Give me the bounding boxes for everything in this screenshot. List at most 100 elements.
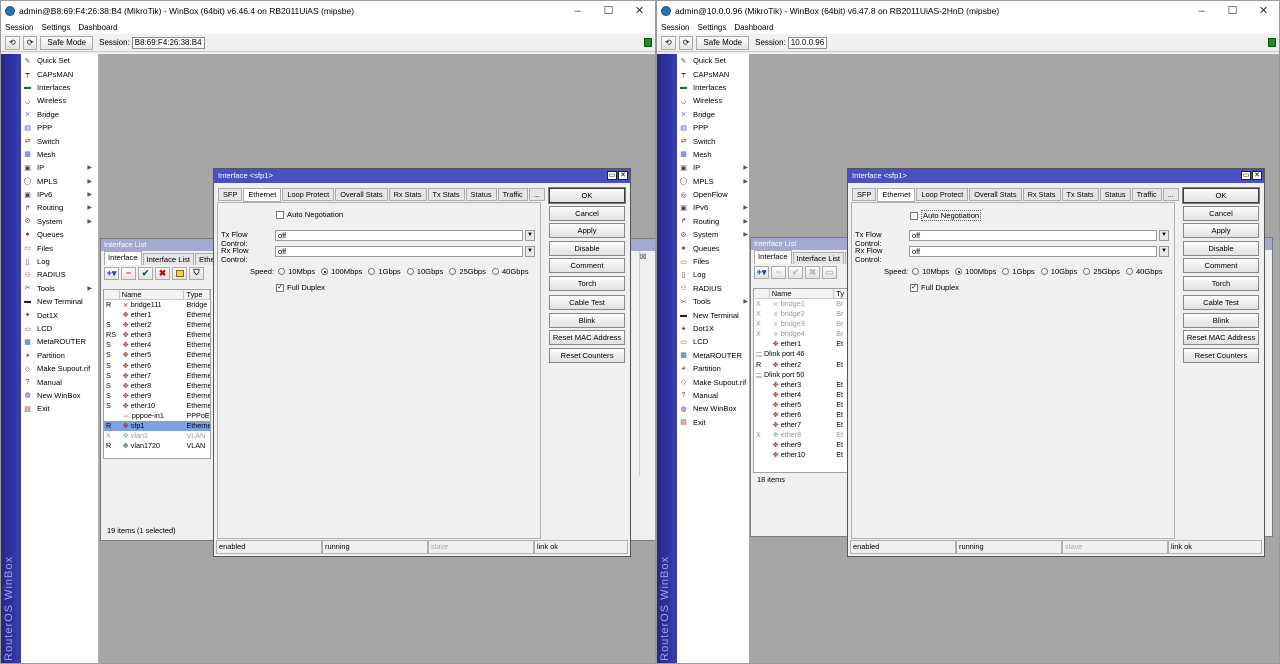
session-field[interactable]: 10.0.0.96 bbox=[787, 36, 828, 49]
sidebar-item-routing[interactable]: ↱ Routing ▶ bbox=[21, 201, 98, 214]
rx-flow-select[interactable]: off bbox=[909, 246, 1157, 257]
tx-flow-select[interactable]: off bbox=[275, 230, 523, 241]
table-row[interactable]: ⇔ pppoe-in1 PPPoE bbox=[104, 411, 210, 421]
full-duplex-row[interactable]: ✓ Full Duplex bbox=[276, 283, 325, 292]
table-row[interactable]: X ⨯ bridge3 Br bbox=[754, 319, 848, 329]
dialog-close-button[interactable]: ✕ bbox=[618, 171, 628, 180]
type-column-header[interactable]: Type bbox=[184, 290, 210, 299]
sidebar-item-files[interactable]: ▭ Files bbox=[21, 241, 98, 254]
tab-traffic[interactable]: Traffic bbox=[1131, 188, 1162, 201]
table-row[interactable]: ✥ ether10 Et bbox=[754, 450, 848, 460]
speed-option-1gbps[interactable]: 1Gbps bbox=[1002, 267, 1035, 276]
disable-button[interactable]: ✖ bbox=[805, 265, 820, 279]
menu-settings[interactable]: Settings bbox=[41, 23, 70, 32]
apply-button[interactable]: Apply bbox=[1183, 223, 1259, 239]
sidebar-item-ppp[interactable]: ▤ PPP bbox=[21, 121, 98, 134]
enable-button[interactable]: ✔ bbox=[138, 266, 153, 280]
table-row[interactable]: R ✥ vlan1720 VLAN bbox=[104, 441, 210, 451]
comment-button[interactable]: Comment bbox=[549, 258, 625, 274]
speed-option-10mbps[interactable]: 10Mbps bbox=[278, 267, 315, 276]
maximize-button[interactable]: ☐ bbox=[1217, 1, 1248, 21]
sidebar-item-make-supout-rif[interactable]: ◇ Make Supout.rif bbox=[21, 362, 98, 375]
sidebar-item-bridge[interactable]: ⨯ Bridge bbox=[21, 108, 98, 121]
filter-button[interactable]: ⛉ bbox=[189, 266, 204, 280]
table-row[interactable]: ✥ ether3 Et bbox=[754, 380, 848, 390]
sidebar-item-wireless[interactable]: ◡ Wireless bbox=[677, 94, 754, 107]
tab-more[interactable]: ... bbox=[1162, 188, 1179, 201]
table-row[interactable]: X ✥ ether8 Et bbox=[754, 430, 848, 440]
sidebar-item-radius[interactable]: ⚇ RADIUS bbox=[21, 268, 98, 281]
sidebar-item-system[interactable]: ⚙ System ▶ bbox=[677, 228, 754, 241]
sidebar-item-tools[interactable]: ✂ Tools ▶ bbox=[21, 282, 98, 295]
sidebar-item-log[interactable]: ▯ Log bbox=[21, 255, 98, 268]
table-row[interactable]: S ✥ ether4 Etherne bbox=[104, 340, 210, 350]
sidebar-item-metarouter[interactable]: ▦ MetaROUTER bbox=[677, 349, 754, 362]
reset-counters-button[interactable]: Reset Counters bbox=[1183, 347, 1259, 363]
tab-interface-list[interactable]: Interface List bbox=[792, 252, 845, 264]
speed-option-10mbps[interactable]: 10Mbps bbox=[912, 267, 949, 276]
full-duplex-checkbox[interactable]: ✓ bbox=[910, 283, 918, 292]
comment-button[interactable] bbox=[172, 266, 187, 280]
tab-ethernet[interactable]: Ethernet bbox=[877, 188, 916, 202]
redo-button[interactable]: ⟳ bbox=[678, 35, 694, 50]
speed-option-10gbps[interactable]: 10Gbps bbox=[406, 267, 443, 276]
table-row[interactable]: X ⨯ bridge2 Br bbox=[754, 309, 848, 319]
sidebar-item-dot1x[interactable]: ✦ Dot1X bbox=[677, 322, 754, 335]
tab-interface-list[interactable]: Interface List bbox=[142, 253, 195, 265]
full-duplex-row[interactable]: ✓ Full Duplex bbox=[910, 283, 959, 292]
tab-loop-protect[interactable]: Loop Protect bbox=[916, 188, 969, 201]
table-row[interactable]: X ⨯ bridge1 Br bbox=[754, 299, 848, 309]
table-row[interactable]: ✥ ether7 Et bbox=[754, 420, 848, 430]
sidebar-item-capsman[interactable]: ┯ CAPsMAN bbox=[21, 67, 98, 80]
sidebar-item-log[interactable]: ▯ Log bbox=[677, 268, 754, 281]
sidebar-item-interfaces[interactable]: ▬ Interfaces bbox=[21, 81, 98, 94]
sidebar-item-tools[interactable]: ✂ Tools ▶ bbox=[677, 295, 754, 308]
auto-negotiation-checkbox[interactable] bbox=[276, 210, 284, 219]
list-scrollbar[interactable]: ☒ bbox=[639, 251, 648, 476]
apply-button[interactable]: Apply bbox=[549, 223, 625, 239]
sidebar-item-lcd[interactable]: ▭ LCD bbox=[677, 335, 754, 348]
tab-more[interactable]: ... bbox=[528, 188, 545, 201]
name-column-header[interactable]: Name bbox=[120, 290, 185, 299]
menu-session[interactable]: Session bbox=[661, 23, 689, 32]
sidebar-item-queues[interactable]: ● Queues bbox=[21, 228, 98, 241]
auto-negotiation-row[interactable]: Auto Negotiation bbox=[276, 210, 343, 219]
sidebar-item-files[interactable]: ▭ Files bbox=[677, 255, 754, 268]
sidebar-item-ipv6[interactable]: ▣ IPv6 ▶ bbox=[677, 201, 754, 214]
sidebar-item-ip[interactable]: ▣ IP ▶ bbox=[21, 161, 98, 174]
tab-rx-stats[interactable]: Rx Stats bbox=[388, 188, 427, 201]
speed-option-25gbps[interactable]: 25Gbps bbox=[449, 267, 486, 276]
sidebar-item-system[interactable]: ⚙ System ▶ bbox=[21, 215, 98, 228]
sidebar-item-openflow[interactable]: ◎ OpenFlow bbox=[677, 188, 754, 201]
tab-loop-protect[interactable]: Loop Protect bbox=[282, 188, 335, 201]
sidebar-item-wireless[interactable]: ◡ Wireless bbox=[21, 94, 98, 107]
sidebar-item-quick-set[interactable]: ✎ Quick Set bbox=[21, 54, 98, 67]
cancel-button[interactable]: Cancel bbox=[1183, 205, 1259, 221]
tx-flow-select[interactable]: off bbox=[909, 230, 1157, 241]
type-column-header[interactable]: Ty bbox=[834, 289, 848, 298]
tx-flow-dropdown-icon[interactable]: ▼ bbox=[1159, 230, 1169, 241]
sidebar-item-exit[interactable]: ▤ Exit bbox=[677, 416, 754, 429]
sidebar-item-radius[interactable]: ⚇ RADIUS bbox=[677, 282, 754, 295]
ok-button[interactable]: OK bbox=[548, 187, 626, 204]
table-row[interactable]: R ⨯ bridge111 Bridge bbox=[104, 300, 210, 310]
close-button[interactable]: ✕ bbox=[624, 1, 655, 21]
auto-negotiation-checkbox[interactable] bbox=[910, 211, 918, 220]
torch-button[interactable]: Torch bbox=[1183, 275, 1259, 291]
tab-rx-stats[interactable]: Rx Stats bbox=[1022, 188, 1061, 201]
table-row[interactable]: S ✥ ether2 Etherne bbox=[104, 320, 210, 330]
sidebar-item-interfaces[interactable]: ▬ Interfaces bbox=[677, 81, 754, 94]
sidebar-item-lcd[interactable]: ▭ LCD bbox=[21, 322, 98, 335]
tab-overall-stats[interactable]: Overall Stats bbox=[969, 188, 1022, 201]
comment-button[interactable]: Comment bbox=[1183, 258, 1259, 274]
sidebar-item-routing[interactable]: ↱ Routing ▶ bbox=[677, 215, 754, 228]
speed-option-40gbps[interactable]: 40Gbps bbox=[491, 267, 529, 276]
table-row[interactable]: R ✥ ether2 Et bbox=[754, 360, 848, 370]
sidebar-item-switch[interactable]: ⇄ Switch bbox=[21, 134, 98, 147]
sidebar-item-metarouter[interactable]: ▦ MetaROUTER bbox=[21, 335, 98, 348]
cable-test-button[interactable]: Cable Test bbox=[1183, 294, 1259, 310]
speed-option-1gbps[interactable]: 1Gbps bbox=[368, 267, 401, 276]
table-row[interactable]: ✥ ether5 Et bbox=[754, 400, 848, 410]
sidebar-item-capsman[interactable]: ┯ CAPsMAN bbox=[677, 67, 754, 80]
table-row[interactable]: ;;; Dlink port 46 bbox=[754, 349, 848, 359]
